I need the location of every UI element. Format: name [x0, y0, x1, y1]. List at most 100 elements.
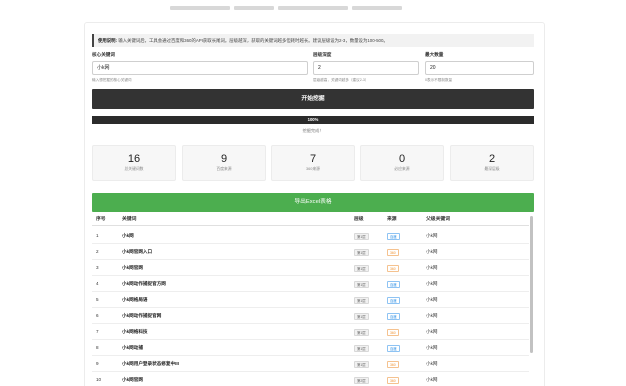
stat-label: 必应来源 — [394, 167, 410, 171]
level-badge: 第1层 — [354, 329, 369, 336]
row-index: 10 — [96, 377, 102, 382]
table-row: 8 小k网动捕 第1层 百度 小k网 — [92, 340, 529, 356]
row-parent: 小k网 — [426, 297, 438, 302]
table-row: 4 小k网动作捕捉官方网 第1层 百度 小k网 — [92, 276, 529, 292]
level-badge: 第1层 — [354, 345, 369, 352]
source-badge: 360 — [387, 265, 399, 272]
keyword-input[interactable]: 小k网 — [92, 61, 308, 75]
stat-value: 9 — [220, 153, 228, 165]
level-badge: 第1层 — [354, 297, 369, 304]
stat-bing: 0 必应来源 — [360, 145, 444, 181]
progress-status: 挖掘完成！ — [302, 128, 324, 133]
row-keyword: 小k网格局语 — [122, 297, 148, 302]
level-badge: 第2层 — [354, 377, 369, 384]
row-parent: 小k网 — [426, 361, 438, 366]
table-scrollbar[interactable] — [530, 216, 533, 353]
row-index: 4 — [96, 281, 99, 286]
count-hint: 0表示不限制数量 — [425, 78, 453, 82]
source-badge: 百度 — [387, 345, 400, 352]
stat-label: 最深层级 — [484, 167, 500, 171]
table-header: 序号 关键词 层级 来源 父级关键词 — [92, 213, 529, 226]
row-keyword: 小k网官网 — [122, 377, 143, 382]
row-parent: 小k网 — [426, 281, 438, 286]
row-index: 5 — [96, 297, 99, 302]
row-parent: 小k网 — [426, 377, 438, 382]
level-badge: 第1层 — [354, 361, 369, 368]
table-row: 9 小k网用户登录状态修复中III 第1层 360 小k网 — [92, 356, 529, 372]
keyword-hint: 输入想挖掘的核心关键词 — [92, 78, 132, 82]
source-badge: 360 — [387, 361, 399, 368]
stat-label: 百度来源 — [216, 167, 232, 171]
level-badge: 第1层 — [354, 281, 369, 288]
row-index: 9 — [96, 361, 99, 366]
row-keyword: 小k网动作捕捉官网 — [122, 313, 162, 318]
start-mining-button[interactable]: 开始挖掘 — [92, 89, 534, 109]
row-keyword: 小k网络科技 — [122, 329, 148, 334]
row-parent: 小k网 — [426, 265, 438, 270]
row-keyword: 小k网动作捕捉官方网 — [122, 281, 166, 286]
row-keyword: 小k网官网 — [122, 265, 143, 270]
progress-label: 100% — [307, 117, 319, 122]
depth-input[interactable]: 2 — [313, 61, 419, 75]
row-parent: 小k网 — [426, 345, 438, 350]
stat-label: 总关键词数 — [124, 167, 144, 171]
row-keyword: 小k网 — [122, 233, 134, 238]
stat-max-depth: 2 最深层级 — [450, 145, 534, 181]
source-badge: 百度 — [387, 297, 400, 304]
export-excel-button[interactable]: 导出Excel表格 — [92, 193, 534, 212]
header-source: 来源 — [387, 217, 397, 222]
row-parent: 小k网 — [426, 233, 438, 238]
header-keyword: 关键词 — [122, 217, 137, 222]
stat-value: 16 — [127, 153, 141, 165]
keyword-label: 核心关键词 — [92, 52, 115, 57]
header-level: 层级 — [354, 217, 364, 222]
source-badge: 百度 — [387, 281, 400, 288]
level-badge: 第1层 — [354, 313, 369, 320]
depth-label: 层级深度 — [313, 52, 332, 57]
level-badge: 第1层 — [354, 233, 369, 240]
header-parent: 父级关键词 — [426, 217, 450, 222]
cropped-header-text — [170, 0, 460, 10]
row-keyword: 小k网用户登录状态修复中III — [122, 361, 179, 366]
table-row: 6 小k网动作捕捉官网 第1层 百度 小k网 — [92, 308, 529, 324]
row-parent: 小k网 — [426, 313, 438, 318]
count-label: 最大数量 — [425, 52, 444, 57]
level-badge: 第1层 — [354, 265, 369, 272]
stat-label: 360来源 — [306, 167, 320, 171]
table-row: 3 小k网官网 第1层 360 小k网 — [92, 260, 529, 276]
source-badge: 360 — [387, 377, 399, 384]
count-input[interactable]: 20 — [425, 61, 534, 75]
table-row: 1 小k网 第1层 百度 小k网 — [92, 228, 529, 244]
stat-360: 7 360来源 — [271, 145, 355, 181]
stat-value: 7 — [309, 153, 317, 165]
row-index: 3 — [96, 265, 99, 270]
row-keyword: 小k网动捕 — [122, 345, 143, 350]
depth-hint: 层级越高，关键词越多（建议2-3） — [313, 78, 369, 82]
source-badge: 百度 — [387, 233, 400, 240]
row-index: 6 — [96, 313, 99, 318]
notice-label: 使用说明: — [98, 38, 118, 43]
row-index: 8 — [96, 345, 99, 350]
usage-notice: 使用说明: 输入关键词后，工具会通过百度和360的API获取长尾词。层级越深，获… — [92, 34, 534, 47]
header-index: 序号 — [96, 217, 106, 222]
row-index: 2 — [96, 249, 99, 254]
table-row: 5 小k网格局语 第1层 百度 小k网 — [92, 292, 529, 308]
stat-value: 2 — [488, 153, 496, 165]
stat-baidu: 9 百度来源 — [182, 145, 266, 181]
row-index: 1 — [96, 233, 99, 238]
progress-bar: 100% — [92, 116, 534, 124]
table-row: 10 小k网官网 第2层 360 小k网 — [92, 372, 529, 386]
stat-total: 16 总关键词数 — [92, 145, 176, 181]
source-badge: 360 — [387, 249, 399, 256]
row-parent: 小k网 — [426, 329, 438, 334]
level-badge: 第1层 — [354, 249, 369, 256]
source-badge: 360 — [387, 329, 399, 336]
row-index: 7 — [96, 329, 99, 334]
row-keyword: 小k网官网入口 — [122, 249, 153, 254]
row-parent: 小k网 — [426, 249, 438, 254]
source-badge: 百度 — [387, 313, 400, 320]
notice-text: 输入关键词后，工具会通过百度和360的API获取长尾词。层级越深，获取的关键词越… — [118, 38, 388, 43]
stat-value: 0 — [398, 153, 406, 165]
table-row: 2 小k网官网入口 第1层 360 小k网 — [92, 244, 529, 260]
table-row: 7 小k网络科技 第1层 360 小k网 — [92, 324, 529, 340]
